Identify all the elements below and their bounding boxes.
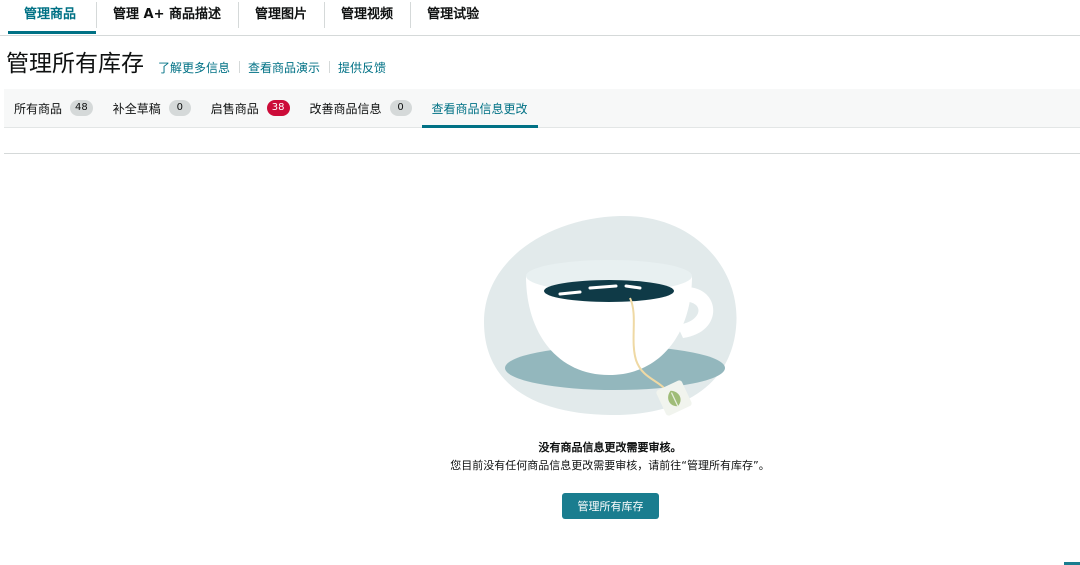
page-title: 管理所有库存 — [6, 51, 144, 77]
tab-manage-videos[interactable]: 管理视频 — [324, 0, 410, 35]
sub-tab-all-products[interactable]: 所有商品 48 — [4, 89, 103, 127]
manage-inventory-button[interactable]: 管理所有库存 — [562, 493, 659, 519]
empty-state-title: 没有商品信息更改需要审核。 — [538, 441, 682, 454]
coffee-surface — [544, 280, 674, 302]
tab-manage-aplus[interactable]: 管理 A+ 商品描述 — [96, 0, 238, 35]
sub-tab-label: 查看商品信息更改 — [431, 101, 528, 116]
count-badge: 0 — [389, 100, 412, 116]
sub-tab-complete-drafts[interactable]: 补全草稿 0 — [103, 89, 201, 127]
header-links: 了解更多信息 查看商品演示 提供反馈 — [158, 59, 395, 80]
view-demo-link[interactable]: 查看商品演示 — [239, 59, 329, 76]
feedback-link[interactable]: 提供反馈 — [329, 59, 395, 76]
sub-tab-listing-changes[interactable]: 查看商品信息更改 — [421, 89, 538, 128]
alert-count-badge: 38 — [266, 100, 290, 116]
empty-state-description: 您目前没有任何商品信息更改需要审核，请前往“管理所有库存”。 — [450, 459, 770, 472]
count-badge: 0 — [168, 100, 191, 116]
sub-tab-label: 启售商品 — [210, 101, 259, 116]
tab-manage-products[interactable]: 管理商品 — [0, 0, 97, 35]
sub-tab-label: 所有商品 — [14, 101, 63, 116]
learn-more-link[interactable]: 了解更多信息 — [158, 59, 239, 76]
sub-tab-active-listings[interactable]: 启售商品 38 — [201, 89, 300, 127]
content-divider — [4, 153, 1080, 154]
tab-manage-images[interactable]: 管理图片 — [238, 0, 324, 35]
top-nav-tabs: 管理商品 管理 A+ 商品描述 管理图片 管理视频 管理试验 — [0, 0, 1080, 36]
inventory-sub-tabs: 所有商品 48 补全草稿 0 启售商品 38 改善商品信息 0 查看商品信息更改 — [4, 89, 1080, 128]
sub-tab-improve-listings[interactable]: 改善商品信息 0 — [300, 89, 422, 127]
tab-manage-experiments[interactable]: 管理试验 — [410, 0, 496, 35]
sub-tab-label: 改善商品信息 — [309, 101, 382, 116]
sub-tab-label: 补全草稿 — [112, 101, 161, 116]
count-badge: 48 — [70, 100, 93, 116]
coffee-cup-illustration — [484, 215, 737, 416]
page-header: 管理所有库存 了解更多信息 查看商品演示 提供反馈 — [6, 48, 395, 80]
